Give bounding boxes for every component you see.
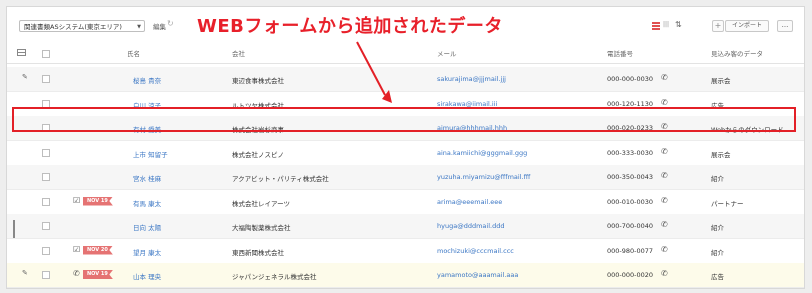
annotation-arrow bbox=[356, 41, 392, 103]
highlight-box bbox=[12, 107, 796, 132]
